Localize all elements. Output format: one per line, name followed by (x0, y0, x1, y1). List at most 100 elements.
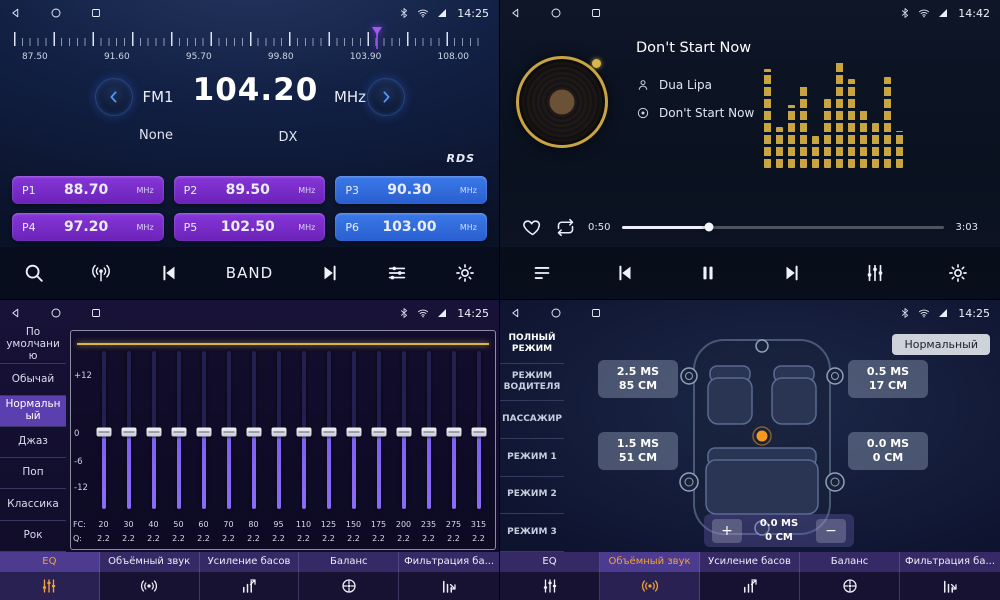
surround-preset-button[interactable]: Нормальный (892, 334, 990, 355)
progress-bar[interactable] (622, 226, 943, 229)
eq-band-slider-175[interactable] (366, 351, 391, 509)
eq-tab-1[interactable]: EQ (0, 552, 100, 600)
eq-band-slider-110[interactable] (291, 351, 316, 509)
nav-back-icon[interactable] (510, 7, 522, 19)
progress-knob[interactable] (705, 223, 714, 232)
radio-preset-p6[interactable]: P6103.00MHz (335, 213, 487, 241)
eq-preset-3[interactable]: Нормальный (0, 396, 66, 427)
eq-preset-2[interactable]: Обычай (0, 364, 66, 395)
eq-shortcut-button[interactable] (386, 262, 408, 284)
eq-tab-2[interactable]: Объёмный звук (100, 552, 200, 600)
surround-tab-2[interactable]: Объёмный звук (600, 552, 700, 600)
radio-preset-p2[interactable]: P289.50MHz (174, 176, 326, 204)
radio-preset-p5[interactable]: P5102.50MHz (174, 213, 326, 241)
surround-mode-5[interactable]: РЕЖИМ 2 (500, 477, 564, 515)
radio-preset-p4[interactable]: P497.20MHz (12, 213, 164, 241)
surround-tab-4[interactable]: Баланс (800, 552, 900, 600)
nav-home-icon[interactable] (50, 307, 62, 319)
prev-station-button[interactable] (158, 262, 180, 284)
nav-back-icon[interactable] (510, 307, 522, 319)
nav-recents-icon[interactable] (590, 307, 602, 319)
next-station-button[interactable] (319, 262, 341, 284)
eq-slider-knob[interactable] (271, 427, 286, 436)
nav-recents-icon[interactable] (90, 7, 102, 19)
eq-slider-knob[interactable] (346, 427, 361, 436)
surround-tab-5[interactable]: Фильтрация ба... (900, 552, 1000, 600)
eq-tab-4[interactable]: Баланс (299, 552, 399, 600)
eq-preset-5[interactable]: Поп (0, 458, 66, 489)
delay-front-left[interactable]: 2.5 MS 85 CM (598, 360, 678, 398)
eq-slider-knob[interactable] (396, 427, 411, 436)
delay-rear-left[interactable]: 1.5 MS 51 CM (598, 432, 678, 470)
surround-mode-3[interactable]: ПАССАЖИР (500, 401, 564, 439)
eq-band-slider-235[interactable] (416, 351, 441, 509)
prev-track-button[interactable] (614, 262, 636, 284)
frequency-ruler[interactable] (14, 30, 485, 50)
eq-slider-knob[interactable] (321, 427, 336, 436)
delay-rear-right[interactable]: 0.0 MS 0 CM (848, 432, 928, 470)
eq-slider-knob[interactable] (371, 427, 386, 436)
radio-preset-p1[interactable]: P188.70MHz (12, 176, 164, 204)
surround-tab-3[interactable]: Усиление басов (700, 552, 800, 600)
eq-band-slider-125[interactable] (316, 351, 341, 509)
delay-front-right[interactable]: 0.5 MS 17 CM (848, 360, 928, 398)
eq-band-slider-275[interactable] (441, 351, 466, 509)
surround-mode-6[interactable]: РЕЖИМ 3 (500, 514, 564, 552)
nav-back-icon[interactable] (10, 307, 22, 319)
surround-mode-1[interactable]: ПОЛНЫЙ РЕЖИМ (500, 326, 564, 364)
eq-band-slider-95[interactable] (266, 351, 291, 509)
surround-tab-1[interactable]: EQ (500, 552, 600, 600)
repeat-button[interactable] (555, 217, 576, 238)
pause-button[interactable] (697, 262, 719, 284)
eq-preset-4[interactable]: Джаз (0, 427, 66, 458)
eq-band-slider-40[interactable] (141, 351, 166, 509)
eq-slider-knob[interactable] (146, 427, 161, 436)
nav-home-icon[interactable] (550, 307, 562, 319)
settings-button[interactable] (454, 262, 476, 284)
playlist-button[interactable] (531, 262, 553, 284)
eq-preset-1[interactable]: По умолчанию (0, 326, 66, 364)
eq-band-slider-50[interactable] (166, 351, 191, 509)
surround-mode-4[interactable]: РЕЖИМ 1 (500, 439, 564, 477)
next-track-button[interactable] (781, 262, 803, 284)
delay-plus-button[interactable]: + (712, 519, 742, 543)
search-button[interactable] (23, 262, 45, 284)
radio-preset-p3[interactable]: P390.30MHz (335, 176, 487, 204)
nav-home-icon[interactable] (50, 7, 62, 19)
delay-minus-button[interactable]: − (816, 519, 846, 543)
eq-slider-knob[interactable] (96, 427, 111, 436)
eq-slider-knob[interactable] (196, 427, 211, 436)
eq-slider-knob[interactable] (446, 427, 461, 436)
radio-scan-button[interactable] (90, 262, 112, 284)
eq-tab-5[interactable]: Фильтрация ба... (399, 552, 499, 600)
eq-slider-knob[interactable] (246, 427, 261, 436)
eq-slider-knob[interactable] (471, 427, 486, 436)
eq-preset-6[interactable]: Классика (0, 489, 66, 520)
nav-recents-icon[interactable] (90, 307, 102, 319)
album-art[interactable] (516, 56, 608, 148)
settings-button[interactable] (947, 262, 969, 284)
eq-slider-knob[interactable] (221, 427, 236, 436)
eq-shortcut-button[interactable] (864, 262, 886, 284)
eq-slider-knob[interactable] (421, 427, 436, 436)
nav-back-icon[interactable] (10, 7, 22, 19)
eq-tab-3[interactable]: Усиление басов (200, 552, 300, 600)
eq-slider-knob[interactable] (121, 427, 136, 436)
favorite-button[interactable] (522, 217, 543, 238)
eq-band-slider-200[interactable] (391, 351, 416, 509)
tune-up-button[interactable] (367, 78, 405, 116)
eq-band-slider-80[interactable] (241, 351, 266, 509)
eq-slider-knob[interactable] (296, 427, 311, 436)
eq-slider-knob[interactable] (171, 427, 186, 436)
nav-recents-icon[interactable] (590, 7, 602, 19)
eq-band-slider-60[interactable] (191, 351, 216, 509)
tune-down-button[interactable] (95, 78, 133, 116)
eq-band-slider-30[interactable] (116, 351, 141, 509)
eq-band-slider-150[interactable] (341, 351, 366, 509)
eq-band-slider-70[interactable] (216, 351, 241, 509)
surround-mode-2[interactable]: РЕЖИМ ВОДИТЕЛЯ (500, 364, 564, 402)
band-button[interactable]: BAND (226, 264, 273, 282)
eq-preset-7[interactable]: Рок (0, 521, 66, 552)
eq-band-slider-315[interactable] (466, 351, 491, 509)
eq-band-slider-20[interactable] (91, 351, 116, 509)
